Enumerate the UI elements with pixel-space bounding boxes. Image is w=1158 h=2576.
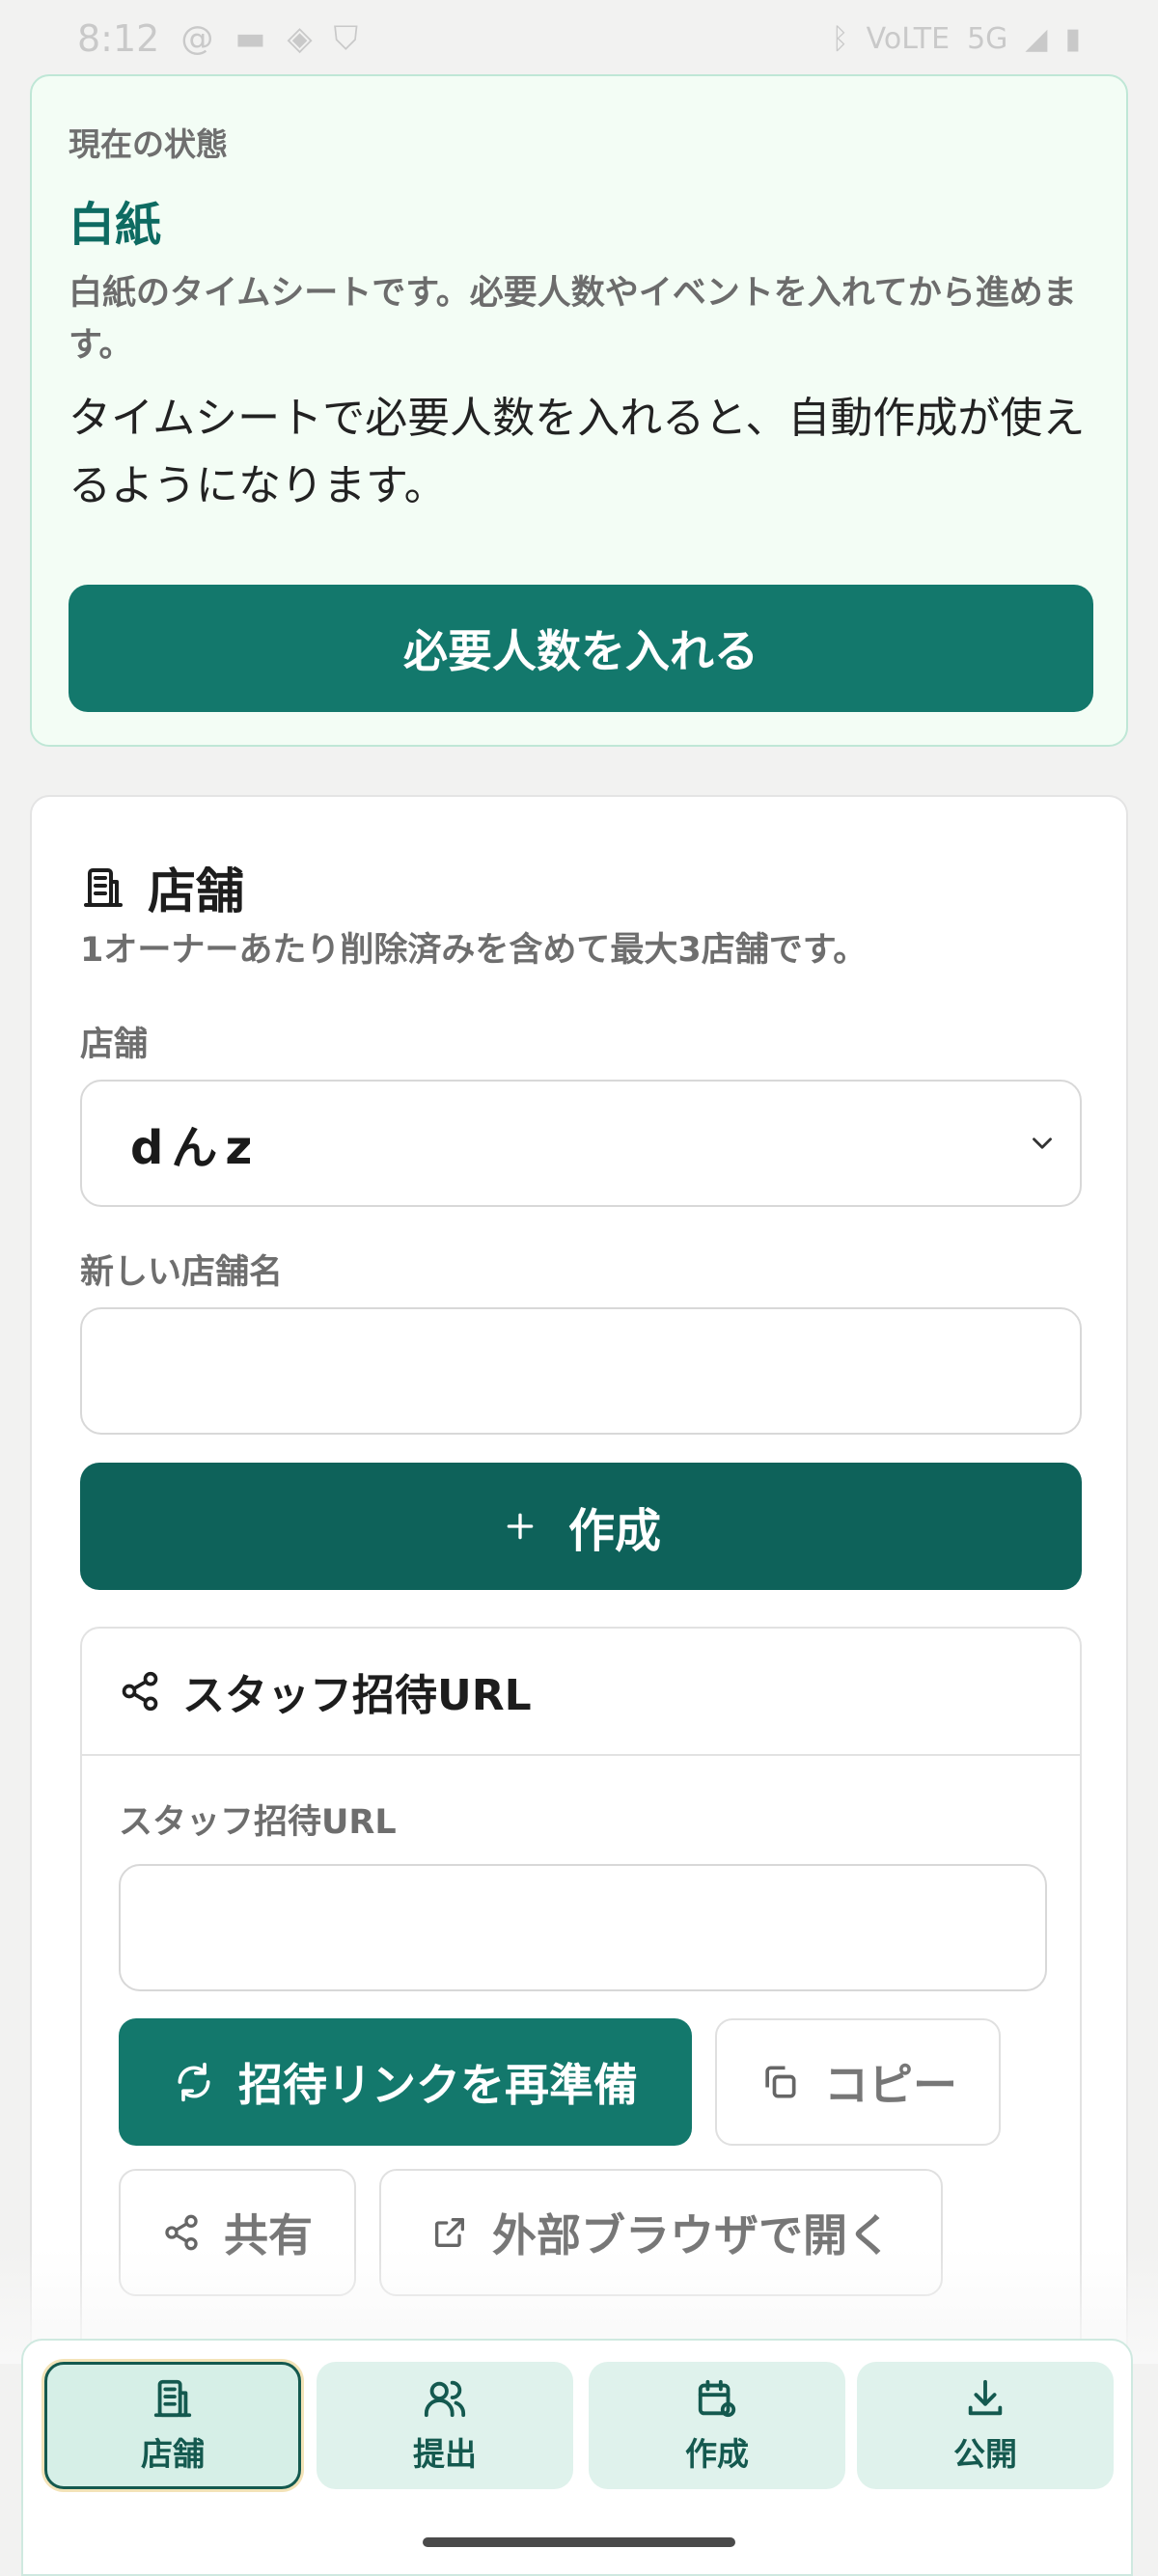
download-icon bbox=[963, 2376, 1007, 2421]
status-bar: 8:12 @ ▬ ◈ ⛉ ᛒ VoLTE 5G ◢ ▮ bbox=[0, 0, 1158, 77]
external-link-icon bbox=[430, 2213, 469, 2252]
new-store-label: 新しい店舗名 bbox=[80, 1253, 284, 1292]
share-small-icon bbox=[162, 2213, 201, 2252]
invite-url-label: スタッフ招待URL bbox=[119, 1803, 397, 1842]
store-select-value: dんz bbox=[130, 1121, 261, 1175]
store-select[interactable]: dんz bbox=[80, 1080, 1082, 1207]
status-left: 8:12 @ ▬ ◈ ⛉ bbox=[77, 17, 358, 60]
plus-icon bbox=[501, 1507, 539, 1546]
store-title: 店舗 bbox=[148, 863, 244, 919]
clock: 8:12 bbox=[77, 17, 160, 60]
enter-required-staff-button[interactable]: 必要人数を入れる bbox=[69, 585, 1093, 712]
regenerate-invite-button[interactable]: 招待リンクを再準備 bbox=[119, 2018, 692, 2146]
nav-label-create: 作成 bbox=[685, 2435, 749, 2473]
nav-tab-store[interactable]: 店舗 bbox=[44, 2362, 301, 2489]
signal-icon: ◢ bbox=[1025, 21, 1048, 56]
bluetooth-icon: ᛒ bbox=[831, 21, 849, 56]
line-icon: ▬ bbox=[234, 19, 266, 58]
state-title: 白紙 bbox=[69, 198, 162, 252]
copy-icon bbox=[758, 2061, 801, 2103]
home-indicator[interactable] bbox=[423, 2537, 735, 2547]
battery-icon: ▮ bbox=[1064, 21, 1081, 56]
nav-tab-publish[interactable]: 公開 bbox=[857, 2362, 1114, 2489]
volte-badge: VoLTE bbox=[866, 21, 951, 56]
nav-label-store: 店舗 bbox=[141, 2435, 205, 2473]
threads-icon: @ bbox=[180, 19, 214, 58]
copy-button[interactable]: コピー bbox=[715, 2018, 1001, 2146]
invite-header: スタッフ招待URL bbox=[82, 1629, 1080, 1756]
store-header: 店舗 bbox=[80, 853, 244, 922]
status-right: ᛒ VoLTE 5G ◢ ▮ bbox=[832, 22, 1081, 56]
refresh-icon bbox=[173, 2061, 215, 2103]
diamond-icon: ◈ bbox=[287, 19, 313, 58]
regenerate-label: 招待リンクを再準備 bbox=[238, 2059, 638, 2111]
state-label: 現在の状態 bbox=[69, 125, 228, 163]
store-limit-note: 1オーナーあたり削除済みを含めて最大3店舗です。 bbox=[80, 931, 868, 970]
create-button-label: 作成 bbox=[567, 1504, 661, 1558]
store-select-label: 店舗 bbox=[80, 1026, 149, 1064]
shield-icon: ⛉ bbox=[333, 19, 359, 58]
state-description: 白紙のタイムシートです。必要人数やイベントを入れてから進めます。 bbox=[69, 274, 1077, 365]
network-label: 5G bbox=[967, 21, 1008, 56]
calendar-gear-icon bbox=[695, 2376, 739, 2421]
invite-url-field[interactable] bbox=[119, 1864, 1047, 1991]
state-note: タイムシートで必要人数を入れると、自動作成が使えるようになります。 bbox=[69, 394, 1086, 510]
users-icon bbox=[423, 2376, 467, 2421]
nav-label-submit: 提出 bbox=[413, 2435, 477, 2473]
nav-tab-submit[interactable]: 提出 bbox=[317, 2362, 573, 2489]
create-store-button[interactable]: 作成 bbox=[80, 1463, 1082, 1590]
current-state-card: 現在の状態 白紙 白紙のタイムシートです。必要人数やイベントを入れてから進めます… bbox=[30, 74, 1128, 747]
chevron-down-icon bbox=[1026, 1127, 1059, 1160]
nav-tab-create[interactable]: 作成 bbox=[589, 2362, 845, 2489]
store-nav-icon bbox=[151, 2376, 195, 2421]
new-store-name-input[interactable] bbox=[80, 1307, 1082, 1435]
store-icon bbox=[80, 864, 126, 911]
nav-label-publish: 公開 bbox=[953, 2435, 1017, 2473]
copy-label: コピー bbox=[824, 2059, 957, 2111]
share-icon bbox=[119, 1670, 161, 1713]
invite-title: スタッフ招待URL bbox=[182, 1671, 532, 1720]
